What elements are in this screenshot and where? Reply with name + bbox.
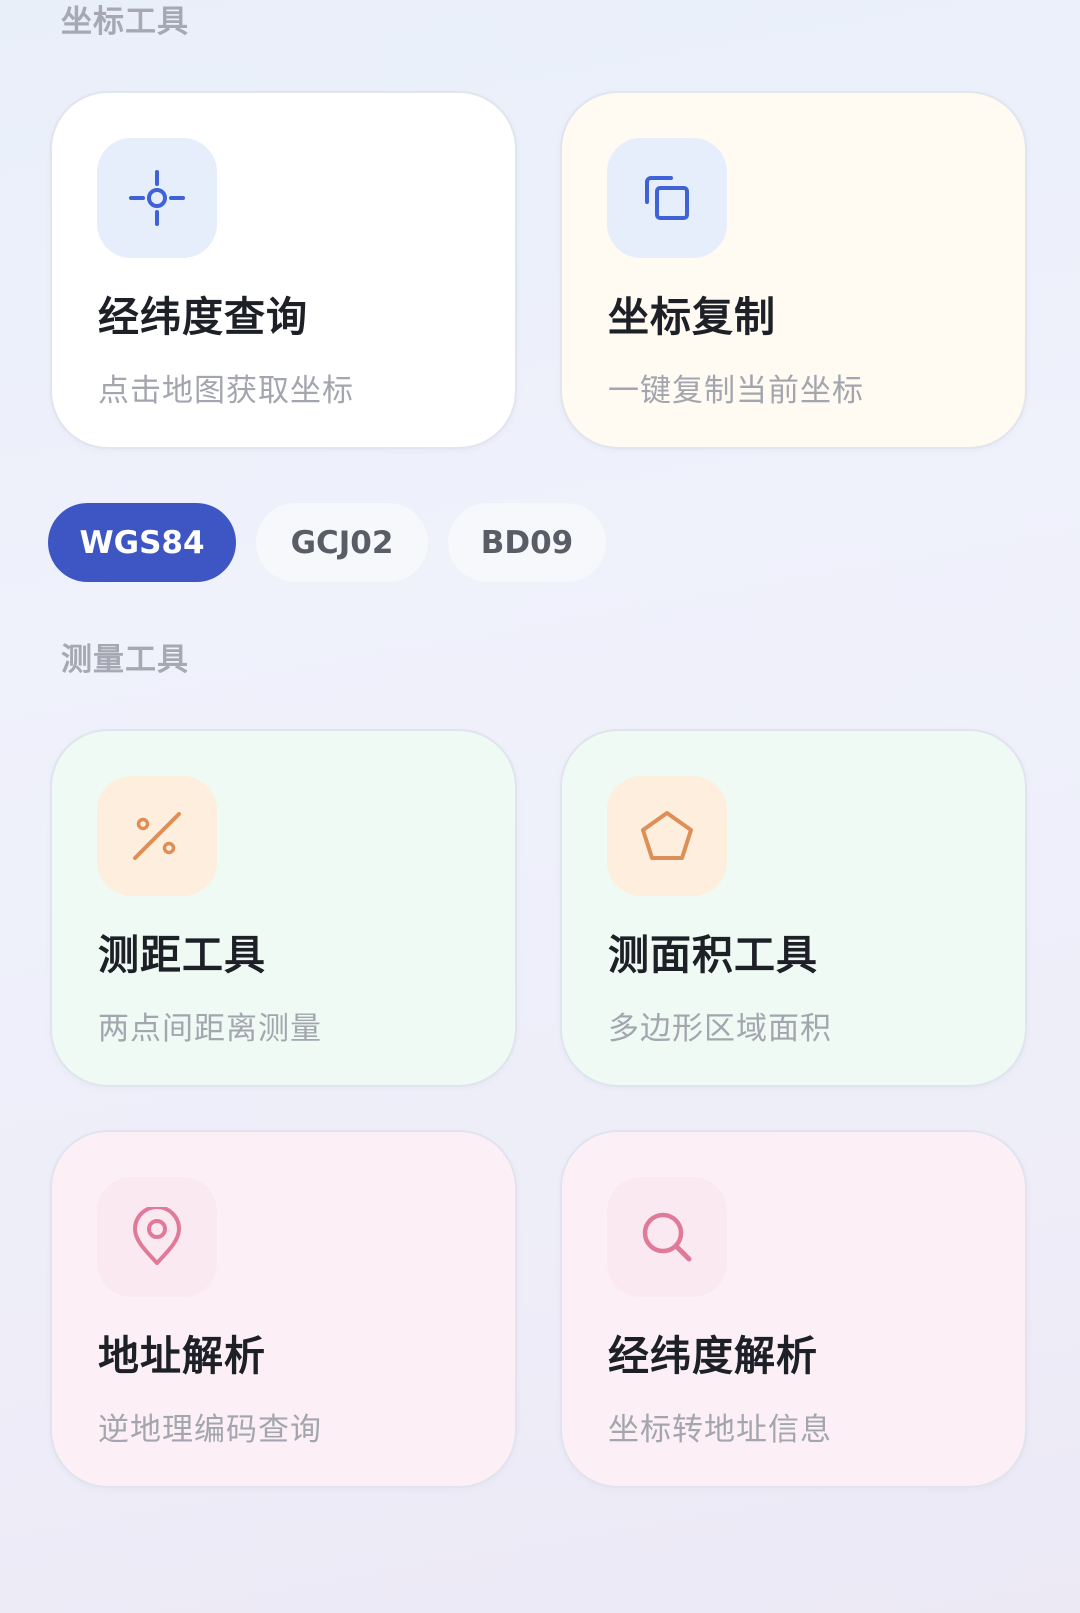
card-latlng-query[interactable]: 经纬度查询 点击地图获取坐标: [50, 91, 517, 449]
card-title: 经纬度解析: [608, 1332, 818, 1380]
card-subtitle: 坐标转地址信息: [608, 1412, 832, 1448]
coord-system-option-bd09[interactable]: BD09: [448, 503, 606, 582]
card-subtitle: 两点间距离测量: [98, 1011, 322, 1047]
copy-icon: [645, 176, 689, 220]
card-coord-copy[interactable]: 坐标复制 一键复制当前坐标: [560, 91, 1027, 449]
coord-system-option-wgs84[interactable]: WGS84: [48, 503, 236, 582]
crosshair-icon-box: [97, 138, 217, 258]
crosshair-icon: [129, 170, 185, 226]
copy-icon-box: [607, 138, 727, 258]
location-pin-icon: [133, 1207, 181, 1265]
card-subtitle: 一键复制当前坐标: [608, 373, 864, 409]
card-title: 测面积工具: [608, 931, 818, 979]
search-icon-box: [607, 1177, 727, 1297]
location-pin-icon-box: [97, 1177, 217, 1297]
coord-system-option-gcj02[interactable]: GCJ02: [256, 503, 428, 582]
section-title-measure-tools: 测量工具: [61, 642, 189, 678]
distance-icon-box: [97, 776, 217, 896]
card-title: 测距工具: [98, 931, 266, 979]
card-distance[interactable]: 测距工具 两点间距离测量: [50, 729, 517, 1087]
section-title-coordinate-tools: 坐标工具: [61, 4, 189, 40]
card-title: 经纬度查询: [98, 293, 308, 341]
card-latlng-parse[interactable]: 经纬度解析 坐标转地址信息: [560, 1130, 1027, 1488]
distance-icon: [133, 812, 181, 860]
pentagon-icon-box: [607, 776, 727, 896]
card-address-parse[interactable]: 地址解析 逆地理编码查询: [50, 1130, 517, 1488]
card-subtitle: 多边形区域面积: [608, 1011, 832, 1047]
search-icon: [642, 1212, 692, 1262]
card-subtitle: 点击地图获取坐标: [98, 373, 354, 409]
card-title: 地址解析: [98, 1332, 266, 1380]
pentagon-icon: [641, 811, 693, 860]
card-subtitle: 逆地理编码查询: [98, 1412, 322, 1448]
card-area[interactable]: 测面积工具 多边形区域面积: [560, 729, 1027, 1087]
card-title: 坐标复制: [608, 293, 776, 341]
